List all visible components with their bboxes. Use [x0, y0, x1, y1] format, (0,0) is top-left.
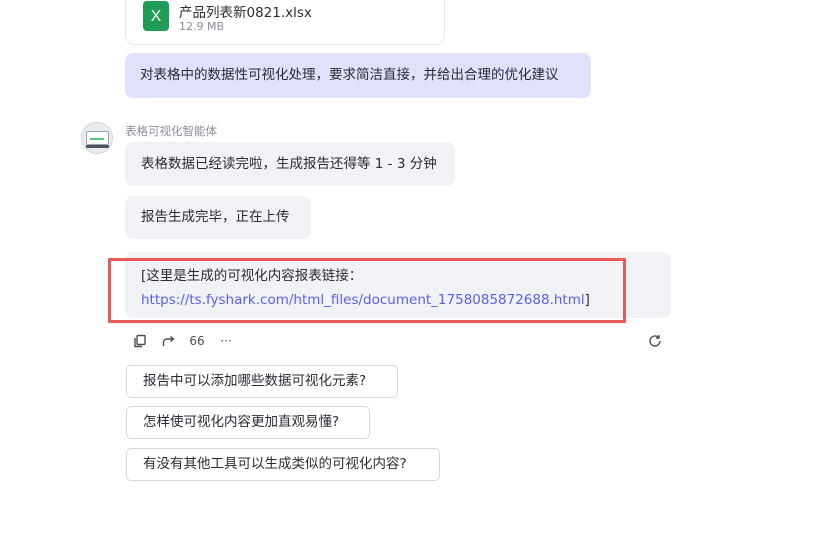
chat-view: X 产品列表新0821.xlsx 12.9 MB 对表格中的数据性可视化处理，要…: [0, 0, 840, 548]
suggestion-chip[interactable]: 有没有其他工具可以生成类似的可视化内容?: [126, 448, 440, 481]
file-name: 产品列表新0821.xlsx: [179, 5, 312, 21]
more-icon[interactable]: ···: [217, 332, 235, 350]
monitor-chart-icon: [86, 131, 109, 145]
share-icon[interactable]: [160, 332, 178, 350]
file-attachment-card[interactable]: X 产品列表新0821.xlsx 12.9 MB: [125, 0, 445, 45]
refresh-icon[interactable]: [646, 332, 664, 350]
agent-message: 报告生成完毕，正在上传: [125, 196, 311, 239]
user-message: 对表格中的数据性可视化处理，要求简洁直接，并给出合理的优化建议: [125, 53, 591, 98]
agent-message: 表格数据已经读完啦，生成报告还得等 1 - 3 分钟: [125, 142, 455, 186]
agent-name: 表格可视化智能体: [125, 124, 217, 138]
agent-avatar: [81, 122, 113, 154]
link-line: https://ts.fyshark.com/html_files/docume…: [141, 288, 671, 312]
copy-icon[interactable]: [131, 332, 149, 350]
suggestion-chip[interactable]: 报告中可以添加哪些数据可视化元素?: [126, 365, 398, 398]
file-size: 12.9 MB: [179, 20, 225, 33]
link-message-suffix: ]: [584, 292, 590, 308]
quote-icon[interactable]: 66: [188, 332, 206, 350]
suggestion-chip[interactable]: 怎样使可视化内容更加直观易懂?: [126, 406, 370, 439]
agent-link-message: [这里是生成的可视化内容报表链接： https://ts.fyshark.com…: [125, 252, 671, 318]
link-message-prefix: [这里是生成的可视化内容报表链接：: [141, 268, 363, 284]
excel-file-icon: X: [143, 1, 169, 31]
report-link[interactable]: https://ts.fyshark.com/html_files/docume…: [141, 292, 585, 308]
monitor-base: [86, 145, 109, 148]
